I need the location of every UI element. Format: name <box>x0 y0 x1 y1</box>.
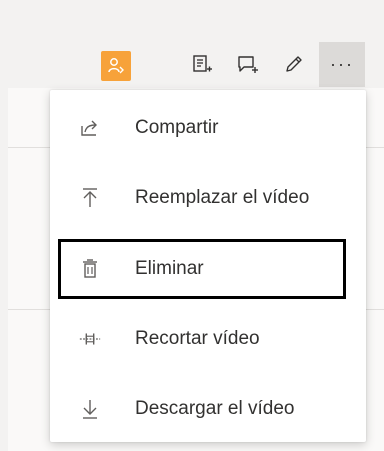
menu-item-replace-video[interactable]: Reemplazar el vídeo <box>50 173 366 223</box>
comment-add-icon[interactable] <box>228 44 268 84</box>
menu-item-trim-video[interactable]: Recortar vídeo <box>50 314 366 364</box>
menu-item-label: Recortar vídeo <box>135 328 260 349</box>
upload-icon <box>78 186 102 210</box>
share-icon <box>78 116 102 140</box>
pencil-icon[interactable] <box>274 44 314 84</box>
menu-item-download-video[interactable]: Descargar el vídeo <box>50 384 366 434</box>
download-icon <box>78 397 102 421</box>
menu-item-label: Descargar el vídeo <box>135 398 295 419</box>
notes-icon[interactable] <box>182 44 222 84</box>
menu-item-label: Compartir <box>135 117 219 138</box>
menu-item-share[interactable]: Compartir <box>50 103 366 153</box>
selection-highlight-box <box>58 239 346 299</box>
menu-item-label: Reemplazar el vídeo <box>135 187 310 208</box>
trim-icon <box>78 327 102 351</box>
person-badge-icon[interactable] <box>101 51 131 81</box>
more-icon: ··· <box>330 54 354 74</box>
more-options-button[interactable]: ··· <box>319 42 365 87</box>
